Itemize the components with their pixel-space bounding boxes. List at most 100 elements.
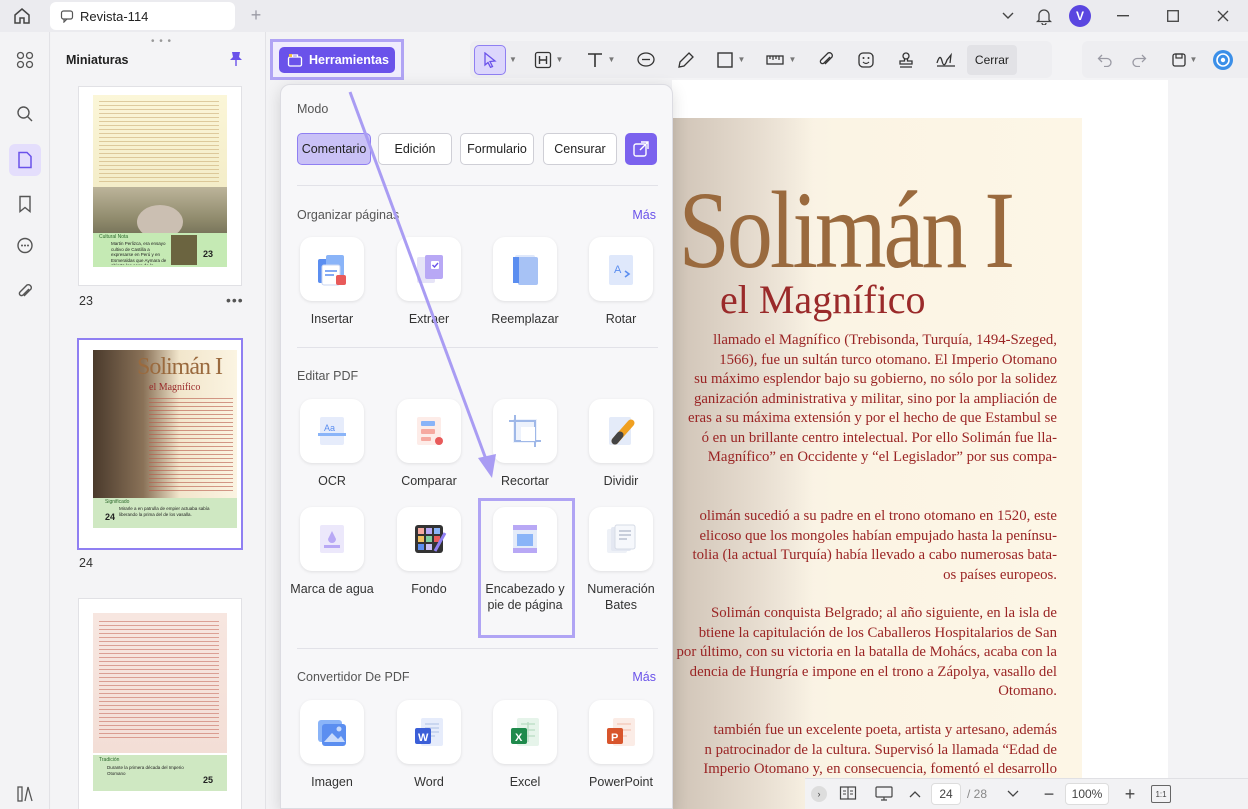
background-tool[interactable]: Fondo: [384, 507, 474, 597]
paperclip-icon: [819, 51, 833, 64]
close-toolbar-button[interactable]: Cerrar: [966, 44, 1017, 75]
thumbnail-page-25[interactable]: Tradición Durante la primera década del …: [79, 599, 241, 809]
convert-powerpoint-tool[interactable]: P PowerPoint: [576, 700, 666, 790]
signature-icon: [936, 52, 955, 67]
thumbnail-more-icon[interactable]: •••: [226, 292, 244, 308]
stamp-bar-tool-button[interactable]: ▼: [761, 45, 801, 75]
cutter-icon: [609, 417, 635, 445]
replace-tool[interactable]: Reemplazar: [480, 237, 570, 327]
rectangle-icon: [717, 51, 734, 68]
save-button[interactable]: ▼: [1164, 45, 1204, 75]
page-thumbnails-icon[interactable]: [9, 144, 41, 176]
convert-excel-tool[interactable]: X Excel: [480, 700, 570, 790]
organize-section-title: Organizar páginas: [297, 208, 400, 222]
home-icon[interactable]: [10, 5, 34, 27]
rotate-tool[interactable]: A Rotar: [576, 237, 666, 327]
chevron-down-icon[interactable]: [990, 0, 1026, 32]
actual-size-icon[interactable]: 1:1: [1151, 785, 1172, 803]
thumbnail-label-24: 24: [79, 556, 93, 570]
thumb-footer-title: Tradición: [99, 757, 120, 763]
grid-icon[interactable]: [9, 44, 41, 76]
compare-tool[interactable]: Comparar: [384, 399, 474, 489]
open-external-button[interactable]: [625, 133, 657, 165]
redo-button[interactable]: [1124, 45, 1154, 75]
thumb-footer-text: Martin Perlizca, era ensayo cultivo de C…: [111, 241, 167, 265]
thumb-footer-title: Cultural Nota: [99, 234, 129, 240]
convert-word-tool[interactable]: W Word: [384, 700, 474, 790]
tools-button[interactable]: Herramientas: [279, 47, 395, 73]
extract-tool[interactable]: Extraer: [384, 237, 474, 327]
crop-icon: [509, 415, 541, 447]
highlighter-tool-button[interactable]: [671, 45, 701, 75]
minimize-button[interactable]: [1098, 0, 1148, 32]
zoom-in-button[interactable]: +: [1115, 784, 1145, 805]
paragraph-1: llamado el Magnífico (Trebisonda, Turquí…: [688, 332, 1057, 465]
svg-text:P: P: [611, 732, 618, 744]
thumbnail-page-24[interactable]: Solimán I el Magnífico Significado Mirar…: [79, 340, 241, 548]
ai-assistant-button[interactable]: [1208, 45, 1238, 75]
attachment-icon[interactable]: [9, 276, 41, 308]
select-tool-button[interactable]: [474, 44, 506, 75]
watermark-tool[interactable]: Marca de agua: [287, 507, 377, 597]
pin-icon[interactable]: [229, 51, 243, 70]
page-number-input[interactable]: 24: [931, 783, 961, 805]
close-window-button[interactable]: [1198, 0, 1248, 32]
insert-pages-icon: [318, 255, 346, 286]
thumbnails-title: Miniaturas: [66, 53, 129, 67]
ai-assistant-icon: [1213, 49, 1233, 70]
sticker-tool-button[interactable]: [851, 45, 881, 75]
thumbnails-panel: • • • Miniaturas Cultural Nota Martin Pe…: [51, 32, 266, 809]
ruler-icon: [766, 54, 785, 65]
thumbnail-page-23[interactable]: Cultural Nota Martin Perlizca, era ensay…: [79, 87, 241, 285]
converter-more-link[interactable]: Más: [632, 670, 656, 684]
undo-button[interactable]: [1090, 45, 1120, 75]
presentation-icon[interactable]: [869, 785, 899, 804]
layers-icon[interactable]: [9, 778, 41, 809]
converter-section-title: Convertidor De PDF: [297, 670, 410, 684]
document-tab[interactable]: Revista-114: [50, 2, 235, 30]
watermark-icon: [320, 525, 344, 553]
convert-image-tool[interactable]: Imagen: [287, 700, 377, 790]
heading-tool-button[interactable]: ▼: [529, 45, 569, 75]
shape-tool-button[interactable]: ▼: [711, 45, 751, 75]
note-tool-button[interactable]: [631, 45, 661, 75]
insert-tool[interactable]: Insertar: [287, 237, 377, 327]
bates-numbering-tool[interactable]: Numeración Bates: [576, 507, 666, 613]
user-avatar[interactable]: V: [1062, 0, 1098, 32]
search-icon[interactable]: [9, 98, 41, 130]
chevron-right-icon[interactable]: ›: [811, 786, 827, 802]
comments-icon[interactable]: [9, 230, 41, 262]
chevron-down-icon[interactable]: ▼: [509, 55, 517, 64]
pen-icon: [678, 51, 694, 68]
mode-redact-button[interactable]: Censurar: [543, 133, 617, 165]
ocr-icon: Aa: [318, 417, 346, 445]
thumbnail-label-23: 23: [79, 294, 93, 308]
svg-text:X: X: [515, 732, 523, 744]
reading-mode-icon[interactable]: [833, 785, 863, 804]
stamp-tool-button[interactable]: [891, 45, 921, 75]
organize-more-link[interactable]: Más: [632, 208, 656, 222]
panel-resize-handle[interactable]: • • •: [151, 36, 172, 47]
thumb-footer-text: Durante la primera década del Imperio Ot…: [107, 765, 184, 776]
zoom-level[interactable]: 100%: [1065, 783, 1110, 805]
signature-tool-button[interactable]: [931, 45, 961, 75]
split-tool[interactable]: Dividir: [576, 399, 666, 489]
tools-button-label: Herramientas: [309, 53, 389, 67]
ocr-tool[interactable]: Aa OCR: [287, 399, 377, 489]
attach-tool-button[interactable]: [811, 45, 841, 75]
mode-edit-button[interactable]: Edición: [378, 133, 452, 165]
svg-text:Aa: Aa: [324, 423, 335, 433]
page-up-icon[interactable]: [905, 787, 925, 801]
crop-tool[interactable]: Recortar: [480, 399, 570, 489]
secondary-toolbar: ▼: [1082, 41, 1248, 78]
mode-form-button[interactable]: Formulario: [460, 133, 534, 165]
maximize-button[interactable]: [1148, 0, 1198, 32]
mode-comment-button[interactable]: Comentario: [297, 133, 371, 165]
bell-icon[interactable]: [1026, 0, 1062, 32]
cursor-icon: [484, 51, 497, 68]
new-tab-button[interactable]: +: [246, 5, 266, 25]
text-tool-button[interactable]: ▼: [581, 45, 621, 75]
bookmark-icon[interactable]: [9, 188, 41, 220]
page-down-icon[interactable]: [993, 787, 1033, 801]
zoom-out-button[interactable]: −: [1039, 784, 1059, 805]
